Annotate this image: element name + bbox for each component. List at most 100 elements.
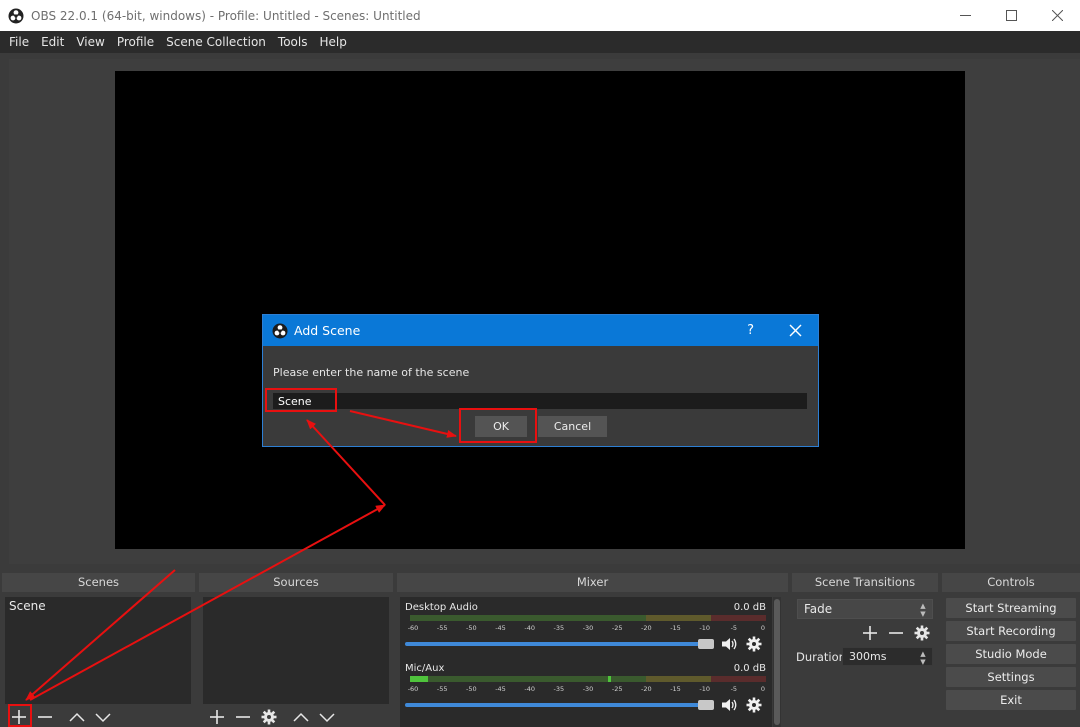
- volume-fader[interactable]: [405, 703, 705, 707]
- meter-tick-label: -50: [466, 624, 477, 632]
- menu-profile[interactable]: Profile: [111, 31, 160, 53]
- meter-tick-label: -45: [495, 685, 506, 693]
- meter-tick-label: -20: [641, 624, 652, 632]
- move-scene-up-button[interactable]: [68, 708, 86, 726]
- volume-fader-handle[interactable]: [698, 700, 714, 710]
- scene-name-input[interactable]: [273, 393, 807, 409]
- scene-list-item[interactable]: Scene: [5, 597, 191, 615]
- meter-tick-label: -40: [524, 624, 535, 632]
- channel-name: Desktop Audio: [405, 602, 478, 613]
- meter-tick-label: -25: [611, 624, 623, 632]
- sources-dock-title: Sources: [199, 573, 393, 592]
- remove-source-button[interactable]: [234, 708, 252, 726]
- select-arrows-icon: ▲ ▼: [920, 602, 926, 618]
- meter-tick-label: -5: [730, 685, 738, 693]
- menu-edit[interactable]: Edit: [35, 31, 70, 53]
- start-recording-button[interactable]: Start Recording: [946, 621, 1076, 641]
- meter-scale: -60 -55 -50 -45 -40 -35 -30 -25 -20 -15 -10 -5 0: [408, 685, 766, 693]
- preview-canvas[interactable]: [115, 71, 965, 549]
- volume-meter: [410, 615, 766, 621]
- sources-toolbar: [208, 708, 336, 726]
- settings-button[interactable]: Settings: [946, 667, 1076, 687]
- transitions-dock-title: Scene Transitions: [792, 573, 938, 592]
- meter-tick-label: -60: [407, 624, 419, 632]
- minimize-button[interactable]: [942, 0, 988, 31]
- meter-tick-label: -10: [699, 624, 710, 632]
- meter-tick-label: -15: [670, 624, 681, 632]
- meter-tick-label: -45: [495, 624, 506, 632]
- dialog-title-bar: Add Scene ?: [263, 315, 818, 346]
- window-controls: [942, 0, 1080, 31]
- meter-tick-label: -35: [553, 685, 565, 693]
- menu-bar: File Edit View Profile Scene Collection …: [0, 31, 1080, 53]
- mixer-scrollbar-thumb[interactable]: [774, 599, 780, 725]
- mic-aux-settings-button[interactable]: [745, 696, 763, 714]
- exit-button[interactable]: Exit: [946, 690, 1076, 710]
- mute-mic-aux-button[interactable]: [720, 696, 738, 714]
- highlight-scene-input: [265, 388, 337, 412]
- gear-icon: [261, 709, 277, 725]
- dialog-prompt: Please enter the name of the scene: [273, 366, 470, 379]
- volume-meter: [410, 676, 766, 682]
- transition-toolbar: [861, 624, 931, 642]
- title-bar: OBS 22.0.1 (64-bit, windows) - Profile: …: [0, 0, 1080, 31]
- duration-spinbox[interactable]: 300ms ▲ ▼: [842, 647, 933, 666]
- mute-desktop-audio-button[interactable]: [720, 635, 738, 653]
- meter-tick-label: -15: [670, 685, 681, 693]
- meter-scale: -60 -55 -50 -45 -40 -35 -30 -25 -20 -15 -10 -5 0: [407, 624, 766, 632]
- source-properties-button[interactable]: [260, 708, 278, 726]
- menu-file[interactable]: File: [3, 31, 35, 53]
- menu-scene-collection[interactable]: Scene Collection: [160, 31, 272, 53]
- add-scene-dialog: Add Scene ? Please enter the name of the…: [262, 314, 819, 447]
- cancel-button[interactable]: Cancel: [538, 416, 607, 437]
- minimize-icon: [959, 15, 971, 16]
- move-scene-down-button[interactable]: [94, 708, 112, 726]
- channel-name: Mic/Aux: [405, 663, 445, 674]
- volume-fader[interactable]: [405, 642, 705, 646]
- meter-tick-label: -55: [436, 624, 448, 632]
- transition-select[interactable]: Fade ▲ ▼: [797, 599, 933, 619]
- maximize-button[interactable]: [988, 0, 1034, 31]
- desktop-audio-settings-button[interactable]: [745, 635, 763, 653]
- dialog-help-button[interactable]: ?: [747, 315, 754, 346]
- add-source-button[interactable]: [208, 708, 226, 726]
- menu-view[interactable]: View: [70, 31, 110, 53]
- close-icon: [1051, 10, 1063, 21]
- spin-arrows-icon: ▲ ▼: [920, 650, 926, 666]
- scenes-dock-title: Scenes: [2, 573, 195, 592]
- gear-icon: [914, 625, 930, 641]
- move-source-down-button[interactable]: [318, 708, 336, 726]
- add-transition-button[interactable]: [861, 624, 879, 642]
- minus-icon: [236, 716, 250, 718]
- obs-logo-icon: [8, 8, 24, 23]
- meter-tick-label: -50: [466, 685, 477, 693]
- speaker-icon: [722, 638, 737, 650]
- meter-tick-label: -5: [730, 624, 738, 632]
- window-title: OBS 22.0.1 (64-bit, windows) - Profile: …: [31, 8, 421, 23]
- menu-tools[interactable]: Tools: [272, 31, 314, 53]
- transition-select-value: Fade: [804, 602, 833, 616]
- move-source-up-button[interactable]: [292, 708, 310, 726]
- close-button[interactable]: [1034, 0, 1080, 31]
- duration-value: 300ms: [849, 650, 887, 663]
- minus-icon: [38, 716, 52, 718]
- sources-list[interactable]: [203, 597, 389, 704]
- menu-help[interactable]: Help: [313, 31, 352, 53]
- studio-mode-button[interactable]: Studio Mode: [946, 644, 1076, 664]
- meter-tick-label: -55: [436, 685, 448, 693]
- meter-tick-label: 0: [760, 685, 766, 693]
- volume-fader-handle[interactable]: [698, 639, 714, 649]
- start-streaming-button[interactable]: Start Streaming: [946, 598, 1076, 618]
- scenes-list[interactable]: Scene: [5, 597, 191, 704]
- remove-scene-button[interactable]: [36, 708, 54, 726]
- minus-icon: [889, 632, 903, 634]
- close-icon[interactable]: [789, 324, 802, 337]
- chevron-down-icon: [95, 713, 111, 723]
- maximize-icon: [1005, 10, 1017, 21]
- mixer-scrollbar[interactable]: [773, 597, 781, 727]
- transition-properties-button[interactable]: [913, 624, 931, 642]
- remove-transition-button[interactable]: [887, 624, 905, 642]
- meter-tick-label: -40: [524, 685, 535, 693]
- meter-tick-label: -25: [611, 685, 623, 693]
- chevron-up-icon: [293, 712, 309, 722]
